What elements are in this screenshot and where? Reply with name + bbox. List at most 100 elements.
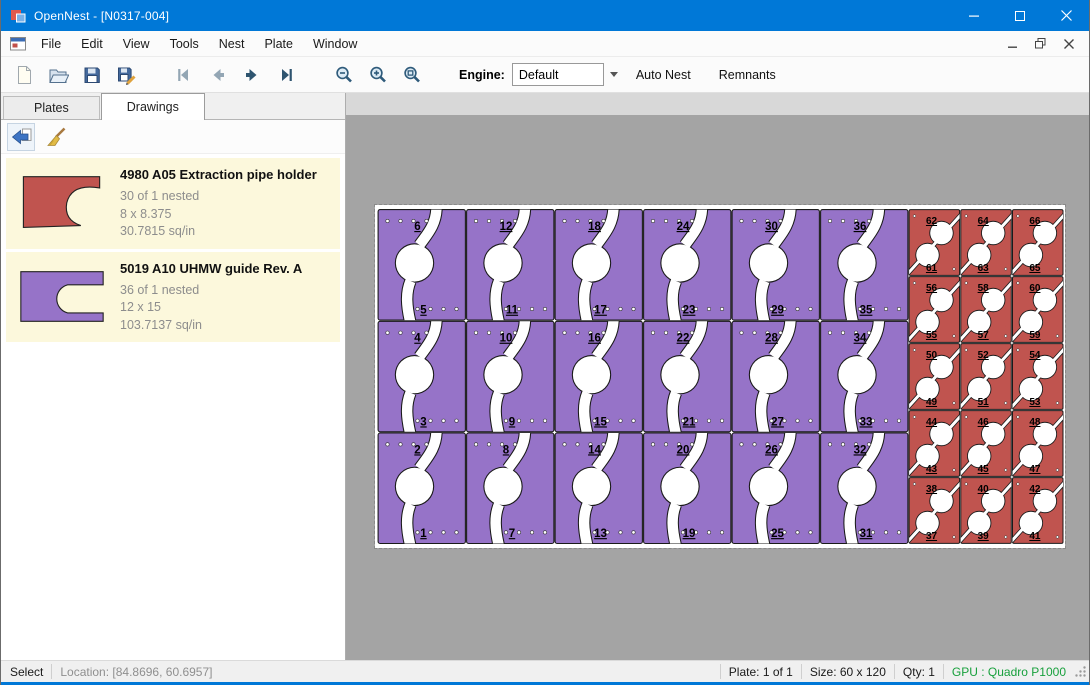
part-number: 27 [771,416,784,428]
new-button[interactable] [9,60,39,90]
drawing-thumbnail [12,166,112,241]
nest-canvas[interactable]: 6512111817242330293635431091615222128273… [346,93,1089,660]
part-number: 18 [588,221,601,233]
engine-select[interactable]: Default [512,63,604,86]
part-number: 23 [683,305,696,317]
auto-nest-button[interactable]: Auto Nest [626,62,701,88]
title-bar: OpenNest - [N0317-004] [1,0,1089,31]
part-number: 63 [978,263,990,274]
part-number: 60 [1029,283,1041,294]
drawing-area: 103.7137 sq/in [120,317,302,335]
part-number: 10 [500,333,513,345]
menu-bar: FileEditViewToolsNestPlateWindow [1,31,1089,57]
engine-label: Engine: [459,68,505,82]
status-mode: Select [1,665,43,679]
part-number: 61 [926,263,938,274]
close-button[interactable] [1043,0,1089,31]
part-number: 55 [926,330,938,341]
save-as-button[interactable] [111,60,141,90]
menu-item[interactable]: Tools [160,31,209,56]
drawing-title: 5019 A10 UHMW guide Rev. A [120,261,302,276]
last-plate-button[interactable] [271,60,301,90]
part-number: 50 [926,350,938,361]
zoom-out-button[interactable] [329,60,359,90]
tab-strip: Plates Drawings [1,93,345,120]
status-separator [894,664,895,679]
mdi-restore-button[interactable] [1028,34,1053,54]
part-number: 28 [765,333,778,345]
drawing-list: 4980 A05 Extraction pipe holder 30 of 1 … [1,154,345,660]
left-panel: Plates Drawings [1,93,346,660]
nest-plate[interactable]: 6512111817242330293635431091615222128273… [375,205,1065,548]
part-number: 46 [978,417,990,428]
part-number: 11 [506,305,519,317]
purple-parts-group: 6512111817242330293635431091615222128273… [378,207,908,546]
engine-dropdown-arrow-icon[interactable] [610,72,618,77]
status-plate: Plate: 1 of 1 [729,665,793,679]
drawing-size: 12 x 15 [120,299,302,317]
mdi-close-button[interactable] [1056,34,1081,54]
engine-selected-value: Default [519,68,559,82]
part-number: 20 [677,444,690,456]
drawing-item[interactable]: 5019 A10 UHMW guide Rev. A 36 of 1 neste… [6,252,340,343]
part-number: 4 [414,333,421,345]
menu-item[interactable]: Edit [71,31,113,56]
part-number: 56 [926,283,938,294]
status-separator [720,664,721,679]
part-number: 48 [1029,417,1041,428]
first-plate-button[interactable] [169,60,199,90]
part-number: 54 [1029,350,1041,361]
zoom-in-button[interactable] [363,60,393,90]
part-number: 30 [765,221,778,233]
part-number: 29 [771,305,784,317]
part-number: 66 [1029,216,1041,227]
part-number: 38 [926,484,938,495]
part-number: 39 [978,531,990,542]
part-number: 15 [594,416,607,428]
minimize-button[interactable] [951,0,997,31]
menu-item[interactable]: File [31,31,71,56]
part-number: 14 [588,444,601,456]
main-toolbar: Engine: Default Auto Nest Remnants [1,57,1089,93]
mdi-minimize-button[interactable] [1000,34,1025,54]
status-separator [51,664,52,679]
part-number: 47 [1029,464,1041,475]
save-button[interactable] [77,60,107,90]
menu-item[interactable]: View [113,31,160,56]
part-number: 49 [926,397,938,408]
drawing-nested-count: 36 of 1 nested [120,282,302,300]
part-number: 35 [860,305,873,317]
prev-plate-button[interactable] [203,60,233,90]
remnants-button[interactable]: Remnants [709,62,786,88]
part-number: 36 [854,221,867,233]
part-number: 58 [978,283,990,294]
app-window: OpenNest - [N0317-004] FileEditViewTools… [0,0,1090,685]
part-number: 33 [860,416,873,428]
part-number: 21 [683,416,696,428]
tab-plates[interactable]: Plates [3,96,100,119]
part-number: 31 [860,528,873,540]
open-button[interactable] [43,60,73,90]
drawing-title: 4980 A05 Extraction pipe holder [120,167,317,182]
tab-drawings[interactable]: Drawings [101,93,205,120]
next-plate-button[interactable] [237,60,267,90]
nest-svg[interactable]: 6512111817242330293635431091615222128273… [375,205,1065,548]
part-number: 44 [926,417,938,428]
maximize-button[interactable] [997,0,1043,31]
menu-item[interactable]: Window [303,31,367,56]
part-number: 2 [414,444,420,456]
part-number: 1 [420,528,427,540]
menu-item[interactable]: Plate [254,31,303,56]
import-drawing-button[interactable] [7,123,35,151]
drawing-item[interactable]: 4980 A05 Extraction pipe holder 30 of 1 … [6,158,340,249]
part-number: 12 [500,221,513,233]
resize-grip-icon[interactable] [1074,665,1087,681]
part-number: 45 [978,464,990,475]
menu-item[interactable]: Nest [209,31,255,56]
zoom-fit-button[interactable] [397,60,427,90]
part-number: 25 [771,528,784,540]
part-number: 34 [854,333,867,345]
clean-button[interactable] [42,123,70,151]
mdi-child-icon[interactable] [10,37,26,51]
status-separator [943,664,944,679]
